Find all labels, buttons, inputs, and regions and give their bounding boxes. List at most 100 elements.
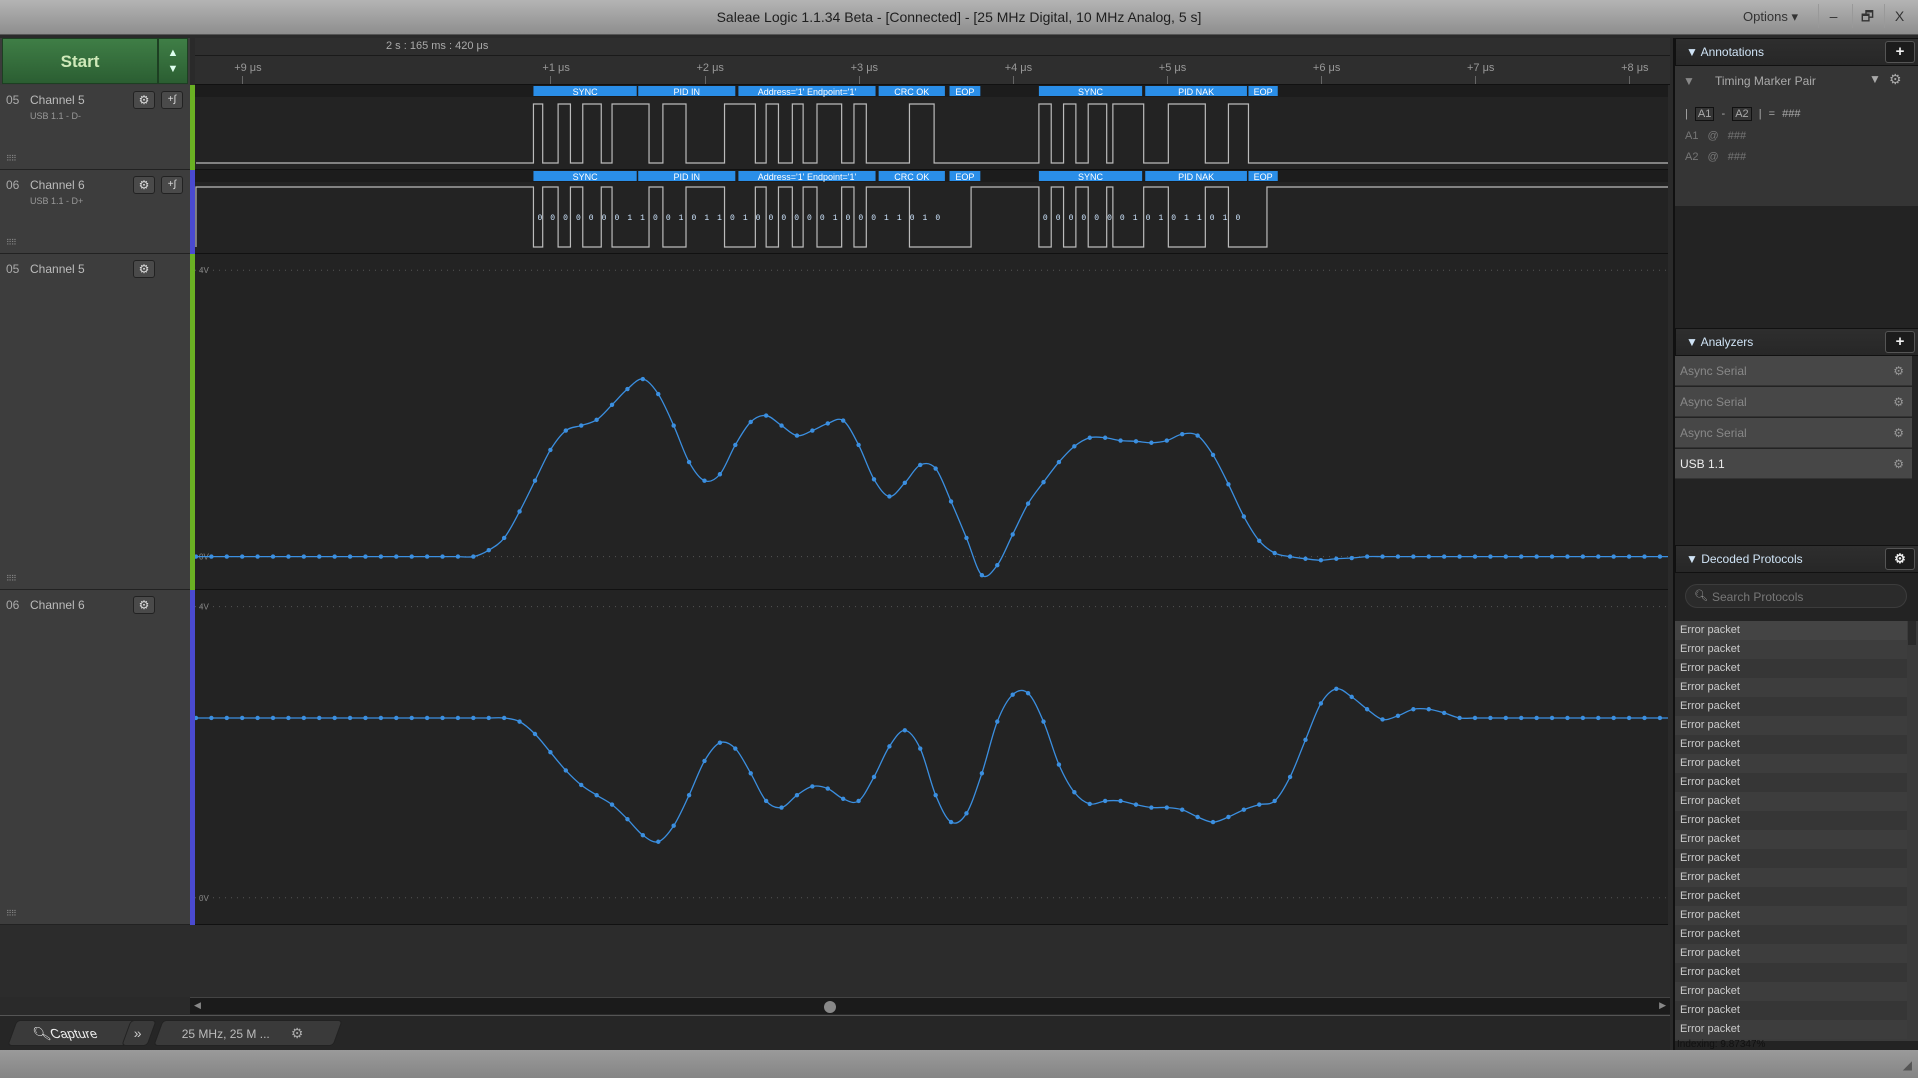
device-settings-tab[interactable]: 25 MHz, 25 M ... ⚙ [153,1020,343,1046]
timeline-ruler[interactable]: 2 s : 165 ms : 420 μs +9 μs +1 μs +2 μs +3 … [195,38,1670,85]
a1-badge[interactable]: A1 [1694,107,1715,121]
analyzer-item[interactable]: Async Serial ⚙ [1675,356,1912,386]
start-options-arrows[interactable]: ▲ ▼ [158,38,188,84]
decoded-row[interactable]: Error packet [1675,678,1907,697]
drag-handle-icon[interactable]: ⠿⠿ [6,238,17,247]
scroll-right-icon[interactable]: ▶ [1659,1000,1666,1011]
decoded-row[interactable]: Error packet [1675,868,1907,887]
decoded-row[interactable]: Error packet [1675,735,1907,754]
trigger-icon[interactable]: +∫ [161,91,183,109]
decoded-bit-label: 1 [923,214,928,223]
search-protocols-input[interactable]: 🔍︎ Search Protocols [1685,584,1907,608]
gear-icon[interactable]: ⚙ [1889,71,1902,88]
drag-handle-icon[interactable]: ⠿⠿ [6,909,17,918]
decoded-row[interactable]: Error packet [1675,906,1907,925]
decoded-row[interactable]: Error packet [1675,621,1907,640]
decoded-row[interactable]: Error packet [1675,811,1907,830]
analog-sample-point [301,715,307,721]
annotations-header[interactable]: ▼ Annotations + [1675,38,1918,66]
decoded-row[interactable]: Error packet [1675,982,1907,1001]
plot-row-06-digital[interactable]: SYNC PID IN Address='1' Endpoint='1' CRC OK… [195,170,1668,254]
time-tick-label: +9 μs [234,62,262,74]
channel-name[interactable]: Channel 5 [30,262,85,276]
decoded-row[interactable]: Error packet [1675,830,1907,849]
decoded-row[interactable]: Error packet [1675,773,1907,792]
channel-label-06-digital[interactable]: 06 Channel 6 USB 1.1 - D+ ⚙ +∫ ⠿⠿ [0,170,190,254]
decoded-row[interactable]: Error packet [1675,640,1907,659]
add-annotation-button[interactable]: + [1885,41,1915,63]
plot-row-06-analog[interactable]: 4V 0V [195,590,1668,925]
decoded-row[interactable]: Error packet [1675,754,1907,773]
scroll-left-icon[interactable]: ◀ [194,1000,201,1011]
analog-sample-point [440,554,445,559]
gear-icon[interactable]: ⚙ [1893,449,1904,479]
decoded-row[interactable]: Error packet [1675,887,1907,906]
waveform-svg: SYNC PID IN Address='1' Endpoint='1' CRC OK… [195,85,1668,164]
decoded-settings-button[interactable]: ⚙ [1885,548,1915,570]
drag-handle-icon[interactable]: ⠿⠿ [6,154,17,163]
restore-button[interactable]: 🗗 [1852,4,1882,28]
plot-row-05-digital[interactable]: SYNC PID IN Address='1' Endpoint='1' CRC OK… [195,85,1668,170]
protocol-frame-label: EOP [955,87,974,97]
analog-sample-point [887,744,892,749]
channel-name[interactable]: Channel 6 [30,178,85,192]
add-analyzer-button[interactable]: + [1885,331,1915,353]
gear-icon[interactable]: ⚙ [133,176,155,194]
channel-label-05-digital[interactable]: 05 Channel 5 USB 1.1 - D- ⚙ +∫ ⠿⠿ [0,85,190,170]
gear-icon[interactable]: ⚙ [1893,356,1904,386]
trigger-icon[interactable]: +∫ [161,176,183,194]
a1-value: ### [1727,130,1747,142]
channel-name[interactable]: Channel 5 [30,93,85,107]
gear-icon[interactable]: ⚙ [273,1025,304,1042]
channel-label-06-analog[interactable]: 06 Channel 6 ⚙ ⠿⠿ [0,590,190,925]
close-button[interactable]: X [1884,4,1914,28]
decoded-protocols-header[interactable]: ▼ Decoded Protocols ⚙ [1675,545,1918,573]
analyzers-header[interactable]: ▼ Analyzers + [1675,328,1918,356]
drag-handle-icon[interactable]: ⠿⠿ [6,574,17,583]
dropdown-icon[interactable]: ▼ [1869,72,1881,86]
gear-icon[interactable]: ⚙ [1893,418,1904,448]
scroll-thumb[interactable] [824,1001,836,1013]
gear-icon[interactable]: ⚙ [133,91,155,109]
empty-area [0,925,1670,997]
decoded-row[interactable]: Error packet [1675,849,1907,868]
analyzer-item[interactable]: USB 1.1 ⚙ [1675,449,1912,479]
arrow-up-icon[interactable]: ▲ [159,45,187,61]
gear-icon[interactable]: ⚙ [133,596,155,614]
analyzer-item[interactable]: Async Serial ⚙ [1675,387,1912,417]
channel-name[interactable]: Channel 6 [30,598,85,612]
analog-sample-point [609,402,615,408]
timing-marker-pair[interactable]: Timing Marker Pair [1715,74,1816,88]
analog-sample-point [1549,715,1555,721]
horizontal-scrollbar[interactable]: ◀ ▶ [190,997,1670,1014]
decoded-row[interactable]: Error packet [1675,716,1907,735]
minimize-button[interactable]: – [1818,4,1848,28]
decoded-row[interactable]: Error packet [1675,1001,1907,1020]
decoded-list[interactable]: Error packet Error packet Error packet Erro… [1675,621,1918,1041]
decoded-row[interactable]: Error packet [1675,792,1907,811]
decoded-row[interactable]: Error packet [1675,697,1907,716]
analyzer-item[interactable]: Async Serial ⚙ [1675,418,1912,448]
resize-grip-icon[interactable]: ◢ [1903,1058,1912,1072]
plot-row-05-analog[interactable]: 4V 0V [195,254,1668,590]
channel-label-05-analog[interactable]: 05 Channel 5 ⚙ ⠿⠿ [0,254,190,590]
start-button[interactable]: Start [2,38,158,84]
analog-sample-point [563,768,569,773]
arrow-down-icon[interactable]: ▼ [159,61,187,77]
gear-icon[interactable]: ⚙ [1893,387,1904,417]
decoded-bit-label: 0 [730,214,735,223]
list-scrollbar[interactable] [1908,621,1916,645]
capture-tab-label: Capture [47,1026,100,1041]
a2-badge[interactable]: A2 [1732,107,1752,121]
analog-sample-point [1226,814,1231,820]
decoded-row[interactable]: Error packet [1675,963,1907,982]
capture-tab[interactable]: 🔍︎ Capture [7,1020,137,1046]
decoded-row[interactable]: Error packet [1675,1020,1907,1039]
decoded-row[interactable]: Error packet [1675,925,1907,944]
decoded-row[interactable]: Error packet [1675,944,1907,963]
decoded-row[interactable]: Error packet [1675,659,1907,678]
options-menu[interactable]: Options ▾ [1743,9,1798,25]
analog-sample-point [1318,701,1324,706]
channel-number: 06 [6,598,20,612]
gear-icon[interactable]: ⚙ [133,260,155,278]
